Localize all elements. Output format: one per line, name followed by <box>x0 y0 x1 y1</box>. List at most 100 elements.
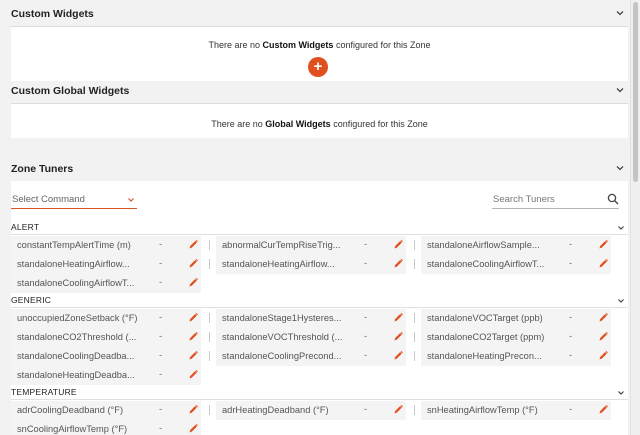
custom-global-widgets-panel: There are no Global Widgets configured f… <box>11 104 628 138</box>
zone-details-panel: Custom Widgets There are no Custom Widge… <box>0 0 631 435</box>
tuner-group-label: GENERIC <box>11 295 52 305</box>
tuner-value: - <box>569 239 573 250</box>
tuner-value: - <box>159 423 163 434</box>
tuner-row: standaloneCO2Threshold (... - standaloneVO… <box>11 328 628 347</box>
tuner-name: standaloneVOCThreshold (... <box>222 332 343 342</box>
chevron-down-icon[interactable] <box>614 7 626 19</box>
tuner-row: constantTempAlertTime (m) - abnormalCurTem… <box>11 236 628 255</box>
scrollbar-thumb[interactable] <box>633 2 638 182</box>
tuner-name: standaloneCoolingAirflowT... <box>17 278 135 288</box>
tuner-row: standaloneCoolingAirflowT... - <box>11 274 628 293</box>
group-divider <box>11 307 628 308</box>
global-widgets-empty-message: There are no Global Widgets configured f… <box>211 119 428 129</box>
pencil-icon[interactable] <box>393 239 403 250</box>
select-command-label: Select Command <box>12 194 85 205</box>
tuner-name: standaloneStage1Hysteres... <box>222 313 342 323</box>
pencil-icon[interactable] <box>598 239 608 250</box>
tuner-value: - <box>364 404 368 415</box>
custom-global-widgets-header[interactable]: Custom Global Widgets <box>11 81 628 104</box>
pencil-icon[interactable] <box>393 350 403 361</box>
zone-tuners-panel: Select Command Search Tuners ALERT consta… <box>11 181 628 435</box>
tuner-name: standaloneCO2Target (ppm) <box>427 332 545 342</box>
tuner-value: - <box>159 277 163 288</box>
pencil-icon[interactable] <box>188 312 198 323</box>
column-separator <box>209 405 210 415</box>
pencil-icon[interactable] <box>188 369 198 380</box>
pencil-icon[interactable] <box>598 331 608 342</box>
custom-widgets-panel: There are no Custom Widgets configured f… <box>11 27 628 81</box>
column-separator <box>414 332 415 342</box>
tuner-value: - <box>159 239 163 250</box>
vertical-scrollbar[interactable] <box>630 0 640 435</box>
tuner-value: - <box>569 350 573 361</box>
search-tuners-input[interactable]: Search Tuners <box>492 191 619 209</box>
tuner-value: - <box>569 404 573 415</box>
pencil-icon[interactable] <box>393 404 403 415</box>
tuner-name: standaloneCoolingAirflowT... <box>427 259 545 269</box>
tuner-row: adrCoolingDeadband (°F) - adrHeatingDeadba… <box>11 401 628 420</box>
tuner-name: adrCoolingDeadband (°F) <box>17 405 124 415</box>
column-separator <box>209 259 210 269</box>
custom-widgets-title: Custom Widgets <box>11 8 94 20</box>
tuner-name: abnormalCurTempRiseTrig... <box>222 240 341 250</box>
chevron-down-icon[interactable] <box>616 223 626 233</box>
column-separator <box>209 351 210 361</box>
tuner-value: - <box>569 331 573 342</box>
add-custom-widget-button[interactable]: + <box>308 57 328 77</box>
pencil-icon[interactable] <box>188 277 198 288</box>
tuner-name: standaloneVOCTarget (ppb) <box>427 313 543 323</box>
tuner-name: standaloneHeatingAirflow... <box>17 259 130 269</box>
pencil-icon[interactable] <box>393 258 403 269</box>
select-command-dropdown[interactable]: Select Command <box>11 191 137 209</box>
tuner-name: constantTempAlertTime (m) <box>17 240 131 250</box>
column-separator <box>414 351 415 361</box>
tuner-value: - <box>364 239 368 250</box>
plus-icon: + <box>313 58 323 75</box>
tuner-value: - <box>364 331 368 342</box>
custom-global-widgets-title: Custom Global Widgets <box>11 85 130 97</box>
group-divider <box>11 399 628 400</box>
pencil-icon[interactable] <box>188 350 198 361</box>
pencil-icon[interactable] <box>598 350 608 361</box>
pencil-icon[interactable] <box>598 258 608 269</box>
tuner-name: snCoolingAirflowTemp (°F) <box>17 424 128 434</box>
tuner-group-label: ALERT <box>11 222 40 232</box>
chevron-down-icon[interactable] <box>614 162 626 174</box>
tuner-value: - <box>159 312 163 323</box>
column-separator <box>209 240 210 250</box>
chevron-down-icon[interactable] <box>616 388 626 398</box>
zone-tuners-title: Zone Tuners <box>11 163 74 175</box>
tuner-name: standaloneCoolingPrecond... <box>222 351 342 361</box>
tuner-value: - <box>159 369 163 380</box>
tuner-value: - <box>159 331 163 342</box>
pencil-icon[interactable] <box>188 404 198 415</box>
search-tuners-placeholder: Search Tuners <box>493 194 555 205</box>
pencil-icon[interactable] <box>598 312 608 323</box>
pencil-icon[interactable] <box>598 404 608 415</box>
tuner-name: standaloneAirflowSample... <box>427 240 540 250</box>
zone-tuners-header[interactable]: Zone Tuners <box>11 159 628 182</box>
pencil-icon[interactable] <box>393 312 403 323</box>
chevron-down-icon[interactable] <box>616 296 626 306</box>
chevron-down-icon[interactable] <box>614 84 626 96</box>
custom-widgets-header[interactable]: Custom Widgets <box>11 4 628 27</box>
tuner-value: - <box>364 258 368 269</box>
pencil-icon[interactable] <box>393 331 403 342</box>
search-icon[interactable] <box>607 193 619 205</box>
custom-widgets-empty-message: There are no Custom Widgets configured f… <box>208 40 431 50</box>
tuner-name: standaloneHeatingDeadba... <box>17 370 135 380</box>
pencil-icon[interactable] <box>188 239 198 250</box>
tuner-group-label: TEMPERATURE <box>11 387 77 397</box>
pencil-icon[interactable] <box>188 423 198 434</box>
pencil-icon[interactable] <box>188 331 198 342</box>
tuner-value: - <box>159 404 163 415</box>
tuner-row: unoccupiedZoneSetback (°F) - standaloneSta… <box>11 309 628 328</box>
pencil-icon[interactable] <box>188 258 198 269</box>
column-separator <box>209 332 210 342</box>
column-separator <box>414 240 415 250</box>
tuner-row: standaloneCoolingDeadba... - standaloneCoo… <box>11 347 628 366</box>
tuner-value: - <box>159 258 163 269</box>
column-separator <box>414 405 415 415</box>
tuner-row: standaloneHeatingDeadba... - <box>11 366 628 385</box>
tuner-name: unoccupiedZoneSetback (°F) <box>17 313 138 323</box>
